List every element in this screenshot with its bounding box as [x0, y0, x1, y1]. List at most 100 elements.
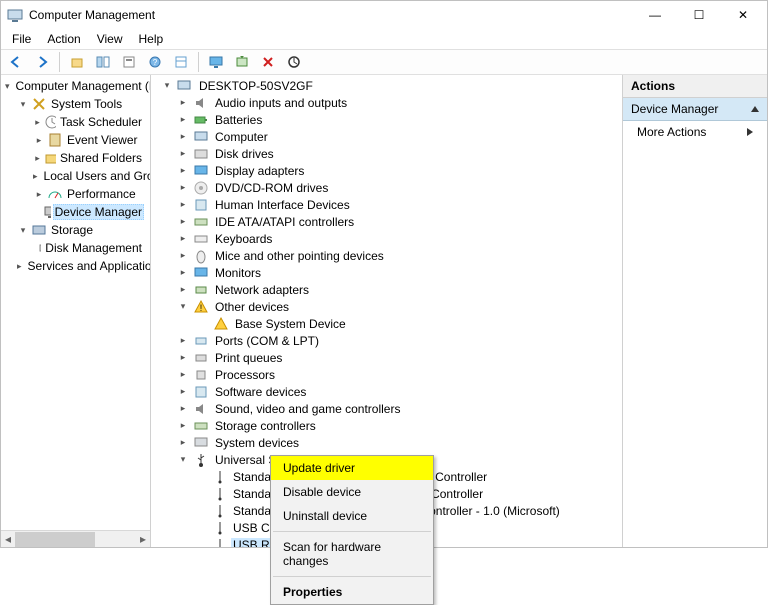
actions-section-device-manager[interactable]: Device Manager	[623, 98, 767, 121]
tree-event-viewer[interactable]: ▸Event Viewer	[5, 131, 150, 149]
context-scan-hardware[interactable]: Scan for hardware changes	[271, 535, 433, 573]
scan-hardware-icon[interactable]	[231, 51, 253, 73]
menu-action[interactable]: Action	[40, 31, 87, 47]
cat-system-devices[interactable]: ▸System devices	[153, 434, 622, 451]
close-button[interactable]: ✕	[721, 2, 765, 28]
device-base-system[interactable]: Base System Device	[153, 315, 622, 332]
chevron-right-icon[interactable]: ▸	[17, 261, 22, 272]
cat-hid[interactable]: ▸Human Interface Devices	[153, 196, 622, 213]
cat-software[interactable]: ▸Software devices	[153, 383, 622, 400]
menu-help[interactable]: Help	[132, 31, 171, 47]
uninstall-icon[interactable]	[257, 51, 279, 73]
port-icon	[193, 333, 209, 349]
cat-audio[interactable]: ▸Audio inputs and outputs	[153, 94, 622, 111]
book-icon	[47, 132, 63, 148]
storage-icon	[31, 222, 47, 238]
tree-task-scheduler[interactable]: ▸Task Scheduler	[5, 113, 150, 131]
forward-button[interactable]	[31, 51, 53, 73]
help-button[interactable]: ?	[144, 51, 166, 73]
cat-other-devices[interactable]: ▾!Other devices	[153, 298, 622, 315]
cat-display[interactable]: ▸Display adapters	[153, 162, 622, 179]
chevron-down-icon[interactable]: ▾	[5, 81, 10, 92]
chevron-down-icon[interactable]: ▾	[177, 454, 189, 465]
cat-batteries[interactable]: ▸Batteries	[153, 111, 622, 128]
actions-more-actions[interactable]: More Actions	[623, 121, 767, 143]
network-icon	[193, 282, 209, 298]
cat-dvd[interactable]: ▸DVD/CD-ROM drives	[153, 179, 622, 196]
chevron-right-icon[interactable]: ▸	[33, 153, 42, 164]
cat-ide[interactable]: ▸IDE ATA/ATAPI controllers	[153, 213, 622, 230]
left-scrollbar[interactable]: ◂ ▸	[1, 530, 150, 547]
cat-computer[interactable]: ▸Computer	[153, 128, 622, 145]
console-tree-pane: ▾ Computer Management (Local) ▾ System T…	[1, 75, 151, 547]
tree-system-tools[interactable]: ▾ System Tools	[5, 95, 150, 113]
monitor-icon	[193, 265, 209, 281]
chevron-down-icon[interactable]: ▾	[161, 80, 173, 91]
context-disable-device[interactable]: Disable device	[271, 480, 433, 504]
context-properties[interactable]: Properties	[271, 580, 433, 604]
folder-icon	[44, 150, 56, 166]
cat-monitors[interactable]: ▸Monitors	[153, 264, 622, 281]
speaker-icon	[193, 95, 209, 111]
view-button[interactable]	[170, 51, 192, 73]
tree-disk-management[interactable]: Disk Management	[5, 239, 150, 257]
usb-icon	[213, 487, 227, 501]
ide-icon	[193, 214, 209, 230]
chevron-right-icon[interactable]: ▸	[33, 171, 38, 182]
properties-button[interactable]	[118, 51, 140, 73]
tree-shared-folders[interactable]: ▸Shared Folders	[5, 149, 150, 167]
back-button[interactable]	[5, 51, 27, 73]
usb-icon	[213, 504, 227, 518]
warning-icon: !	[193, 299, 209, 315]
update-driver-icon[interactable]	[283, 51, 305, 73]
tree-local-users[interactable]: ▸Local Users and Groups	[5, 167, 150, 185]
chevron-down-icon[interactable]: ▾	[177, 301, 189, 312]
mouse-icon	[193, 248, 209, 264]
chevron-right-icon[interactable]: ▸	[33, 189, 45, 200]
title-bar: Computer Management — ☐ ✕	[1, 1, 767, 29]
disc-icon	[193, 180, 209, 196]
toolbar: ?	[1, 49, 767, 75]
context-uninstall-device[interactable]: Uninstall device	[271, 504, 433, 528]
show-hide-tree-button[interactable]	[92, 51, 114, 73]
device-tree-host[interactable]: ▾DESKTOP-50SV2GF	[153, 77, 622, 94]
tree-performance[interactable]: ▸Performance	[5, 185, 150, 203]
tree-services-applications[interactable]: ▸Services and Applications	[5, 257, 150, 275]
window-title: Computer Management	[29, 8, 633, 22]
chevron-right-icon[interactable]: ▸	[177, 97, 189, 108]
usb-icon	[213, 538, 227, 548]
chevron-down-icon[interactable]: ▾	[17, 225, 29, 236]
usb-icon	[213, 521, 227, 535]
actions-pane: Actions Device Manager More Actions	[623, 75, 767, 547]
menu-file[interactable]: File	[5, 31, 38, 47]
cat-storage-controllers[interactable]: ▸Storage controllers	[153, 417, 622, 434]
context-update-driver[interactable]: Update driver	[271, 456, 433, 480]
chevron-right-icon[interactable]: ▸	[33, 117, 42, 128]
cat-ports[interactable]: ▸Ports (COM & LPT)	[153, 332, 622, 349]
svg-text:!: !	[200, 303, 203, 313]
triangle-up-icon	[751, 106, 759, 112]
cat-sound[interactable]: ▸Sound, video and game controllers	[153, 400, 622, 417]
hid-icon	[193, 197, 209, 213]
svg-text:?: ?	[153, 58, 158, 67]
menu-view[interactable]: View	[90, 31, 130, 47]
cat-processors[interactable]: ▸Processors	[153, 366, 622, 383]
monitor-icon[interactable]	[205, 51, 227, 73]
up-button[interactable]	[66, 51, 88, 73]
cat-mice[interactable]: ▸Mice and other pointing devices	[153, 247, 622, 264]
tree-device-manager[interactable]: Device Manager	[5, 203, 150, 221]
cat-network[interactable]: ▸Network adapters	[153, 281, 622, 298]
minimize-button[interactable]: —	[633, 2, 677, 28]
storage-ctrl-icon	[193, 418, 209, 434]
tree-root[interactable]: ▾ Computer Management (Local)	[5, 77, 150, 95]
chevron-down-icon[interactable]: ▾	[17, 99, 29, 110]
gauge-icon	[47, 186, 63, 202]
cat-disk-drives[interactable]: ▸Disk drives	[153, 145, 622, 162]
cat-keyboards[interactable]: ▸Keyboards	[153, 230, 622, 247]
actions-header: Actions	[623, 75, 767, 98]
cat-print-queues[interactable]: ▸Print queues	[153, 349, 622, 366]
maximize-button[interactable]: ☐	[677, 2, 721, 28]
clock-icon	[44, 114, 56, 130]
chevron-right-icon[interactable]: ▸	[33, 135, 45, 146]
tree-storage[interactable]: ▾Storage	[5, 221, 150, 239]
